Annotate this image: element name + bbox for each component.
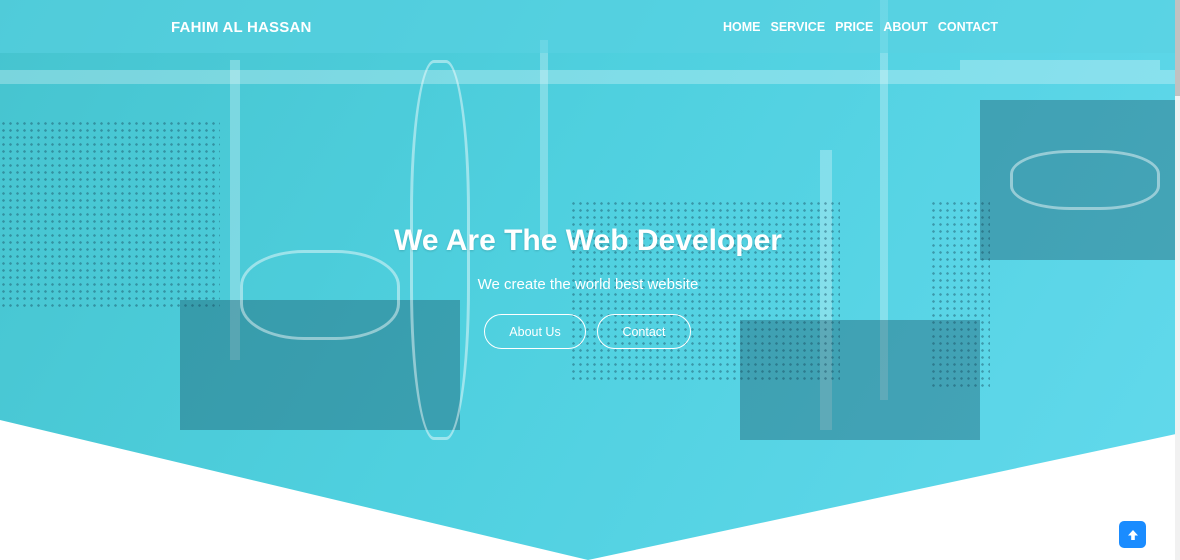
main-nav: HOME SERVICE PRICE ABOUT CONTACT <box>723 20 998 34</box>
nav-price[interactable]: PRICE <box>835 20 873 34</box>
hero-subtitle: We create the world best website <box>477 276 699 293</box>
nav-contact[interactable]: CONTACT <box>938 20 998 34</box>
contact-button[interactable]: Contact <box>597 314 691 349</box>
nav-service[interactable]: SERVICE <box>771 20 826 34</box>
scroll-to-top-button[interactable] <box>1119 521 1146 548</box>
about-us-button[interactable]: About Us <box>484 314 586 349</box>
hero-title: We Are The Web Developer <box>394 224 782 257</box>
arrow-up-icon <box>1127 529 1138 540</box>
scrollbar-thumb[interactable] <box>1175 0 1180 96</box>
navbar: FAHIM AL HASSAN HOME SERVICE PRICE ABOUT… <box>0 0 1176 53</box>
hero-section: FAHIM AL HASSAN HOME SERVICE PRICE ABOUT… <box>0 0 1176 560</box>
page-scrollbar[interactable] <box>1175 0 1180 560</box>
nav-home[interactable]: HOME <box>723 20 761 34</box>
nav-about[interactable]: ABOUT <box>883 20 927 34</box>
brand-logo[interactable]: FAHIM AL HASSAN <box>171 19 312 36</box>
